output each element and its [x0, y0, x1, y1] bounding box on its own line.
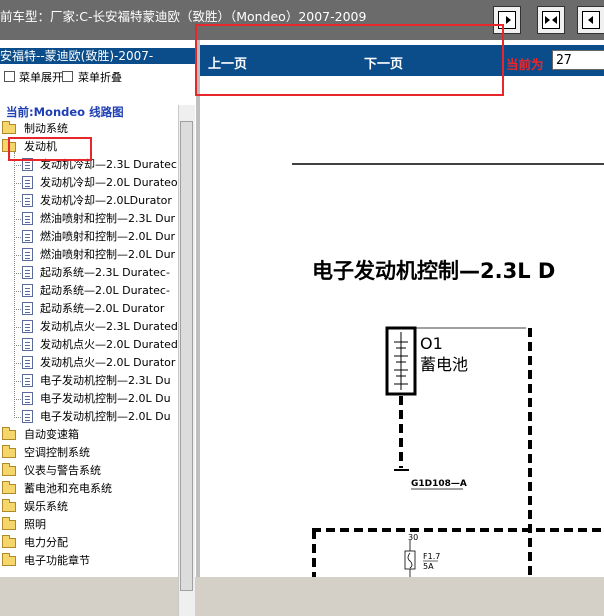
folder-icon: [2, 427, 16, 440]
document-icon: [22, 374, 33, 387]
tree-item-label: 蓄电池和充电系统: [24, 482, 112, 495]
document-icon: [22, 392, 33, 405]
document-icon: [22, 320, 33, 333]
fuse-pin: 30: [408, 533, 418, 542]
folder-icon: [2, 121, 16, 134]
tree-item-label: 发动机点火—2.0L Durator: [40, 356, 176, 369]
collapse-menu-button[interactable]: 菜单折叠: [62, 69, 122, 85]
tree-item-label: 制动系统: [24, 122, 68, 135]
tree-item-label: 照明: [24, 518, 46, 531]
tree-item-label: 电子发动机控制—2.0L Du: [40, 392, 171, 405]
tree-item-label: 电子功能章节: [24, 554, 90, 567]
document-icon: [22, 410, 33, 423]
document-icon: [22, 230, 33, 243]
tree-item-label: 起动系统—2.0L Durator: [40, 302, 165, 315]
folder-icon: [2, 481, 16, 494]
document-icon: [22, 176, 33, 189]
folder-icon: [2, 517, 16, 530]
document-icon: [22, 266, 33, 279]
tree-item-label: 电力分配: [24, 536, 68, 549]
wiring-diagram: 电子发动机控制—2.3L D O1 蓄电池 G1D108—A 30 F1.7 5…: [292, 163, 604, 577]
collapse-label: 菜单折叠: [78, 71, 122, 84]
window-title: 前车型：厂家:C-长安福特蒙迪欧（致胜）（Mondeo）2007-2009: [0, 9, 367, 24]
expand-label: 菜单展开: [19, 71, 63, 84]
vehicle-header: 安福特--蒙迪欧(致胜)-2007-: [0, 48, 196, 64]
highlight-nav: [195, 24, 504, 96]
diagram-title: 电子发动机控制—2.3L D: [312, 259, 555, 283]
tree-item-label: 娱乐系统: [24, 500, 68, 513]
collapse-right-button[interactable]: [577, 6, 604, 34]
expand-menu-button[interactable]: 菜单展开: [4, 69, 63, 85]
document-icon: [22, 284, 33, 297]
document-icon: [22, 302, 33, 315]
tree-item-label: 起动系统—2.3L Duratec-: [40, 266, 170, 279]
ground-label: G1D108—A: [411, 479, 467, 489]
tree-item-label: 发动机点火—2.0L Durated: [40, 338, 178, 351]
tree-item-label: 起动系统—2.0L Duratec-: [40, 284, 170, 297]
tree-scrollbar[interactable]: [178, 105, 195, 616]
left-panel: 安福特--蒙迪欧(致胜)-2007- 菜单展开 菜单折叠 当前:Mondeo 线…: [0, 40, 197, 616]
folder-icon: [2, 535, 16, 548]
fuse-id: F1.7: [423, 552, 440, 561]
tree-item-label: 燃油喷射和控制—2.3L Dur: [40, 212, 176, 225]
current-page-input[interactable]: [552, 50, 604, 70]
tree-item-label: 电子发动机控制—2.0L Du: [40, 410, 171, 423]
tree-item-label: 发动机冷却—2.0LDurator: [40, 194, 172, 207]
split-icon: [542, 11, 560, 29]
expand-icon: [4, 71, 15, 82]
highlight-engine: [8, 137, 92, 161]
collapse-icon: [62, 71, 73, 82]
collapse-right-icon: [582, 11, 600, 29]
folder-icon: [2, 445, 16, 458]
tree-item-label: 自动变速箱: [24, 428, 79, 441]
tree-item-label: 空调控制系统: [24, 446, 90, 459]
current-location: 当前:Mondeo 线路图: [6, 105, 124, 119]
document-icon: [22, 248, 33, 261]
diagram-viewer: 电子发动机控制—2.3L D O1 蓄电池 G1D108—A 30 F1.7 5…: [206, 76, 604, 577]
document-icon: [22, 356, 33, 369]
tree-item-label: 燃油喷射和控制—2.0L Dur: [40, 230, 176, 243]
document-icon: [22, 212, 33, 225]
split-view-button[interactable]: [537, 6, 565, 34]
component-id: O1: [420, 334, 443, 353]
folder-icon: [2, 463, 16, 476]
tree-item-label: 发动机点火—2.3L Durated: [40, 320, 178, 333]
folder-icon: [2, 499, 16, 512]
fuse-rating: 5A: [423, 562, 434, 571]
tree-item-label: 电子发动机控制—2.3L Du: [40, 374, 171, 387]
fuse-symbol: [404, 550, 416, 570]
scrollbar-thumb[interactable]: [180, 121, 193, 591]
component-name: 蓄电池: [420, 355, 468, 374]
current-page-label: 当前为: [506, 57, 544, 72]
right-panel: 上一页 下一页 当前为 电子发动机控制—2.3L D O1: [200, 40, 604, 577]
battery-symbol: [385, 326, 417, 396]
tree-item-label: 仪表与警告系统: [24, 464, 101, 477]
folder-icon: [2, 553, 16, 566]
document-icon: [22, 194, 33, 207]
tree-item-label: 燃油喷射和控制—2.0L Dur: [40, 248, 176, 261]
tree-item-label: 发动机冷却—2.0L Durateo: [40, 176, 178, 189]
document-icon: [22, 338, 33, 351]
